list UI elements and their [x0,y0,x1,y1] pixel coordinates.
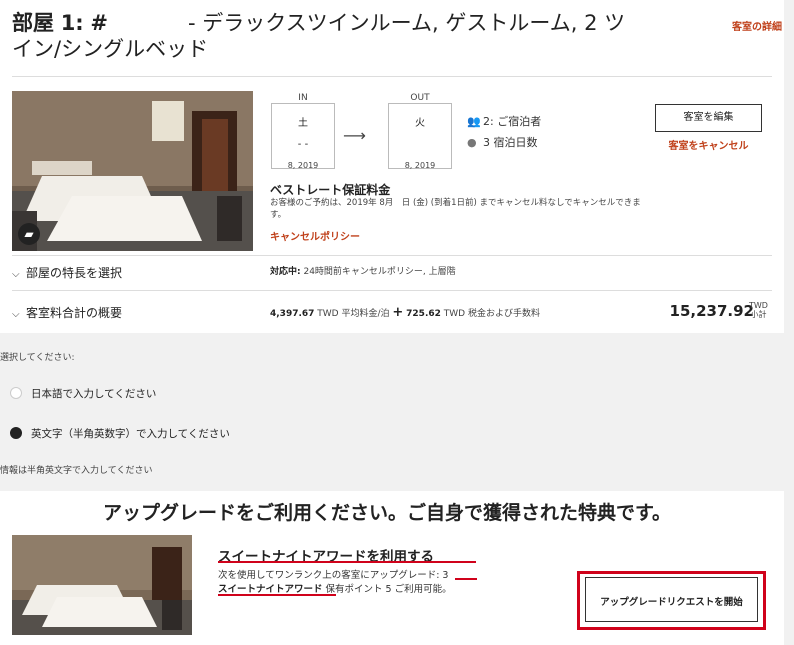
arrow-right-icon: ⟶ [343,126,366,145]
rate-summary-toggle[interactable]: ⌵ 客室料合計の概要 [12,304,122,321]
plus-sign: + [392,305,404,320]
rate-title: ベストレート保証料金 [270,183,391,197]
room-details-link[interactable]: 客室の詳細 [732,18,782,33]
checkout-day: 火 [415,118,425,129]
award-points: 保有ポイント 5 ご利用可能。 [322,584,452,595]
rate-description: お客様のご予約は、2019年 8月 日 (金) (到着1日前) までキャンセル料… [270,198,641,220]
room-title: 部屋 1: # - デラックスツインルーム, ゲストルーム, 2 ツ イン/シング… [12,10,632,62]
room-number: 1: [60,11,84,35]
features-condition: 対応中: 24時間前キャンセルポリシー, 上層階 [270,264,456,277]
start-upgrade-request-button[interactable]: アップグレードリクエストを開始 [585,577,758,622]
checkin-year: 8, 2019 [287,161,319,170]
checkin-date: - - [297,139,309,150]
language-note: 情報は半角英文字で入力してください [0,466,153,476]
room-features-label: 部屋の特長を選択 [26,266,123,280]
radio-japanese[interactable] [10,387,22,399]
room-photo[interactable]: ▰ [12,91,253,251]
total-amount: 15,237.92 [669,302,754,320]
checkout-date [389,139,451,151]
total-currency-code: TWD [749,301,768,310]
checkin-day: 土 [298,118,308,129]
room-hash: # [90,11,108,35]
cancel-policy-link[interactable]: キャンセルポリシー [270,228,360,243]
room-label: 部屋 [12,11,54,35]
award-description-line1: 次を使用してワンランク上の客室にアップグレード: 3 [218,570,449,581]
checkout-year: 8, 2019 [404,161,436,170]
radio-japanese-label[interactable]: 日本語で入力してください [31,386,156,401]
radio-english-label[interactable]: 英文字（半角英数字）で入力してください [31,426,230,441]
people-icon: 👥 [467,115,481,128]
redaction [108,14,188,34]
room-features-toggle[interactable]: ⌵ 部屋の特長を選択 [12,264,122,281]
chevron-down-icon: ⌵ [12,309,20,320]
highlight-underline [218,594,336,596]
room-photo-image [12,91,253,251]
highlight-underline [218,561,476,563]
condition-text: 24時間前キャンセルポリシー, 上層階 [300,267,456,277]
language-prompt: 選択してください: [0,353,75,363]
highlight-underline [455,578,477,580]
checkin-box: 土 - - 8, 2019 [271,103,335,170]
divider [12,76,772,77]
guests-text: 2: ご宿泊者 [483,115,542,128]
gallery-icon[interactable]: ▰ [18,223,40,245]
checkout-box: 火 8, 2019 [388,103,452,170]
guests-row: 👥 2: ご宿泊者 [467,113,541,129]
checkout-label: OUT [410,93,430,103]
cancel-room-link[interactable]: 客室をキャンセル [655,137,762,152]
suite-photo-image [12,535,192,635]
moon-icon: ● [467,136,477,149]
tax-value: 725.62 [406,309,441,319]
tax-text: TWD 税金および手数料 [440,309,540,319]
total-currency: TWD 小計 [749,301,768,319]
chevron-down-icon: ⌵ [12,269,20,280]
avg-rate-value: 4,397.67 [270,309,315,319]
suite-photo [12,535,192,635]
avg-rate-text: TWD 平均料金/泊 [314,309,393,319]
condition-label: 対応中: [270,267,301,277]
nights-text: 3 宿泊日数 [483,136,538,149]
nights-row: ● 3 宿泊日数 [467,134,538,150]
radio-english[interactable] [10,427,22,439]
rate-summary-label: 客室料合計の概要 [26,306,123,320]
total-label: 小計 [750,310,767,319]
rate-breakdown: 4,397.67 TWD 平均料金/泊 + 725.62 TWD 税金および手数… [270,305,540,320]
edit-room-button[interactable]: 客室を編集 [655,104,762,132]
room-name-line1: - デラックスツインルーム, ゲストルーム, 2 ツ [188,11,626,35]
room-name-line2: イン/シングルベッド [12,37,209,61]
checkin-label: IN [298,93,308,103]
divider [12,290,772,291]
divider [12,255,772,256]
award-description-line2: スイートナイトアワード 保有ポイント 5 ご利用可能。 [218,581,452,595]
upgrade-heading: アップグレードをご利用ください。ご自身で獲得された特典です。 [102,502,672,524]
